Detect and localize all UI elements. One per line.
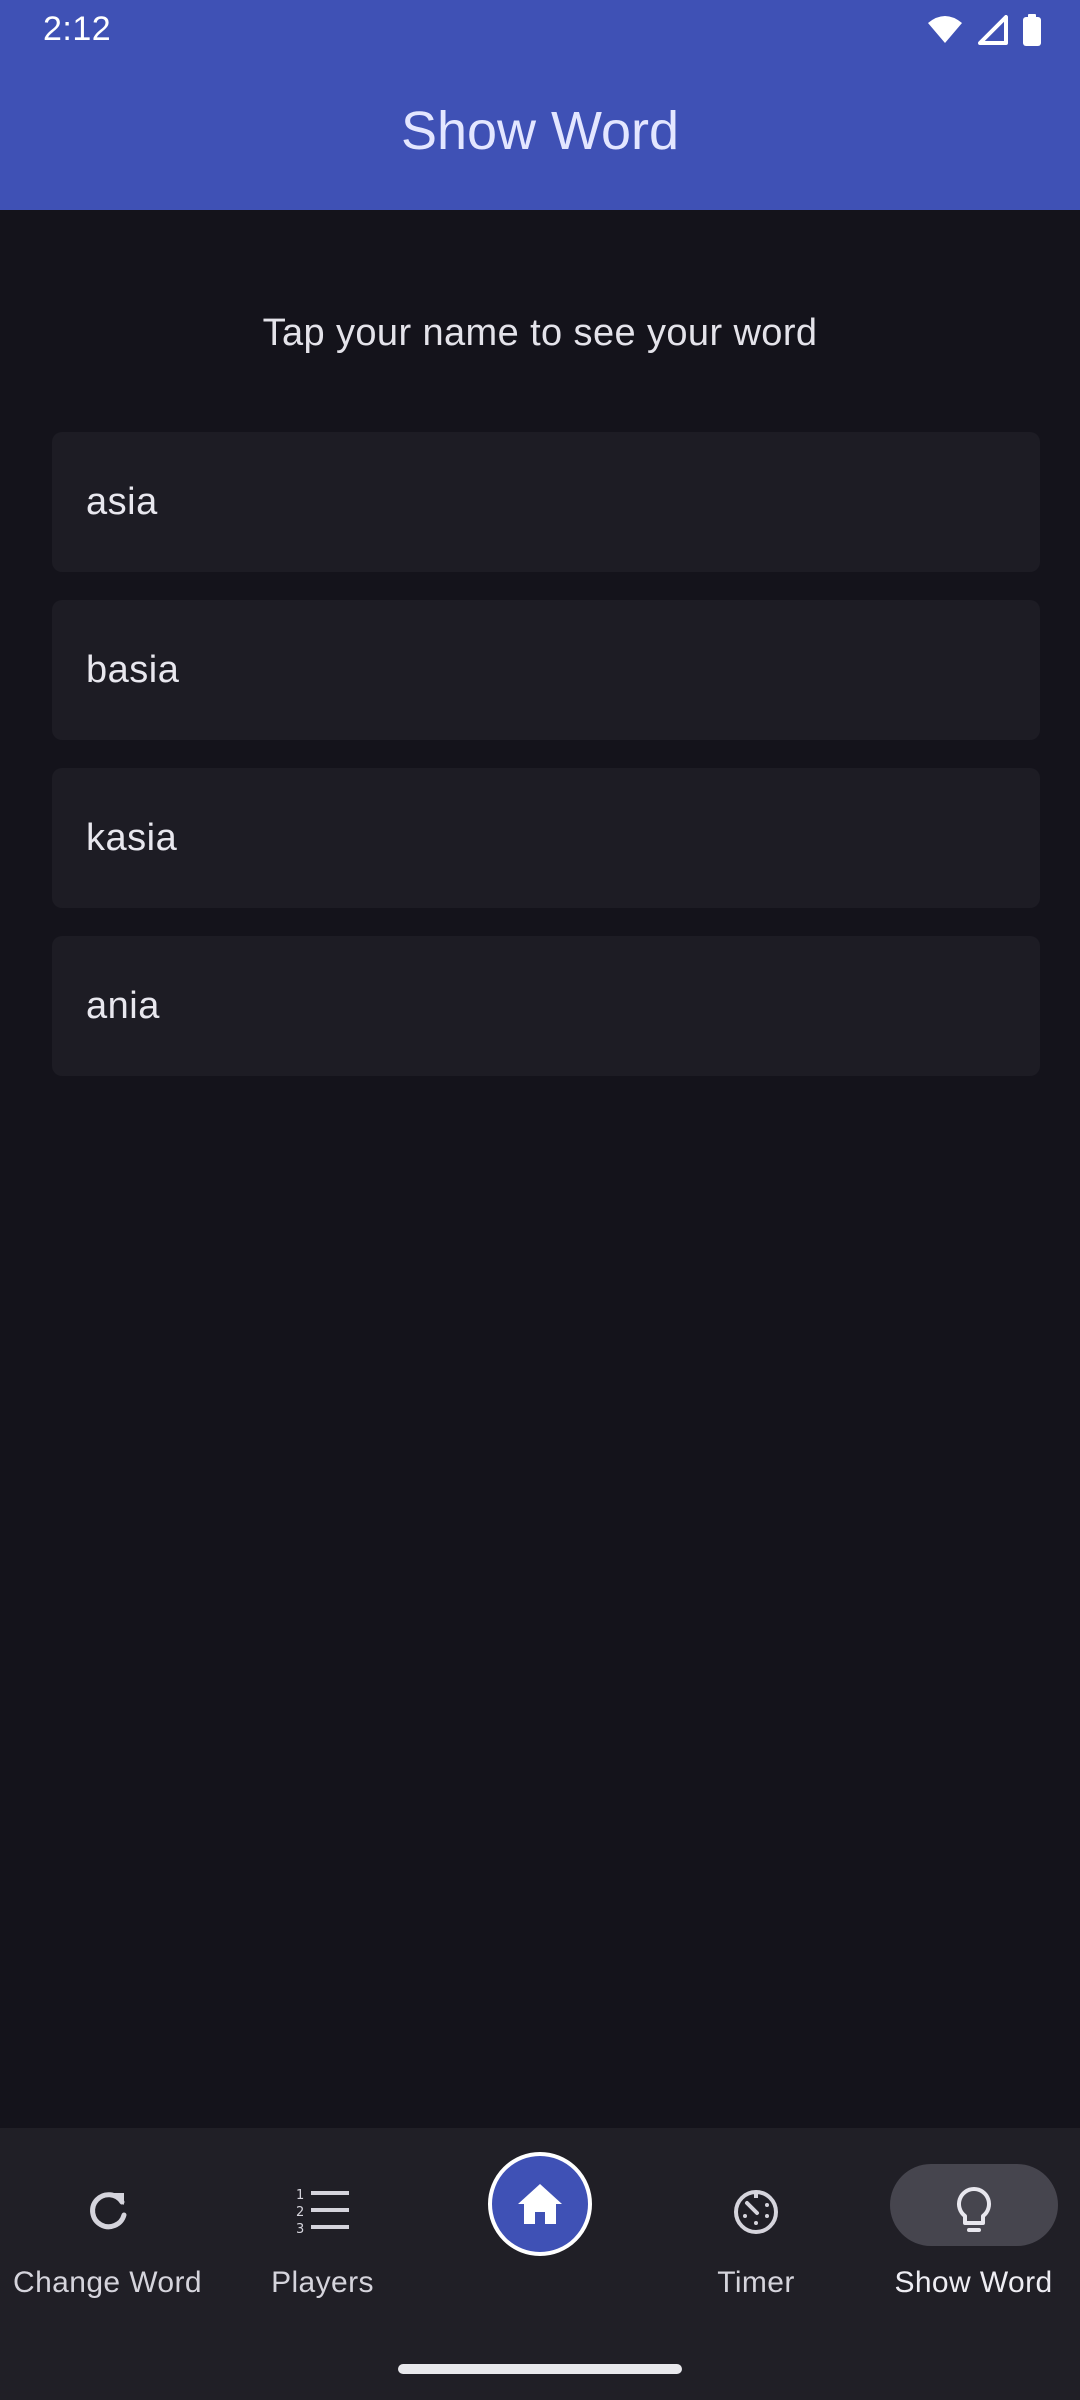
status-time: 2:12 <box>43 10 112 48</box>
nav-label-change-word: Change Word <box>13 2266 202 2299</box>
gesture-handle[interactable] <box>398 2364 682 2374</box>
svg-text:2: 2 <box>296 2205 304 2220</box>
battery-icon <box>1023 14 1041 46</box>
instruction-text: Tap your name to see your word <box>262 312 818 354</box>
status-icons <box>926 14 1042 46</box>
nav-item-show-word[interactable]: Show Word <box>867 2128 1080 2318</box>
page-title: Show Word <box>400 101 680 161</box>
nav-item-timer[interactable]: Timer <box>645 2128 867 2318</box>
nav-item-change-word[interactable]: Change Word <box>0 2128 215 2318</box>
cellular-signal-icon <box>978 15 1008 45</box>
player-list: asia basia kasia ania <box>52 432 1040 1104</box>
player-item-kasia[interactable]: kasia <box>52 768 1040 908</box>
timer-icon <box>728 2183 784 2239</box>
wifi-icon <box>928 16 962 43</box>
app-bar: 2:12 Show Word <box>0 0 1080 210</box>
home-button[interactable] <box>488 2152 592 2256</box>
player-item-basia[interactable]: basia <box>52 600 1040 740</box>
nav-item-players[interactable]: 1 2 3 Players <box>215 2128 430 2318</box>
numbered-list-icon: 1 2 3 <box>295 2183 351 2239</box>
svg-text:1: 1 <box>296 2188 304 2203</box>
screen: 2:12 Show Word Tap your name to see your… <box>0 0 1080 2400</box>
svg-text:3: 3 <box>296 2222 304 2237</box>
player-item-ania[interactable]: ania <box>52 936 1040 1076</box>
nav-label-show-word: Show Word <box>894 2266 1053 2299</box>
nav-label-timer: Timer <box>717 2266 795 2299</box>
home-icon <box>518 2184 562 2224</box>
lightbulb-icon <box>946 2183 1002 2239</box>
refresh-icon <box>80 2183 136 2239</box>
nav-label-players: Players <box>271 2266 374 2299</box>
player-item-asia[interactable]: asia <box>52 432 1040 572</box>
